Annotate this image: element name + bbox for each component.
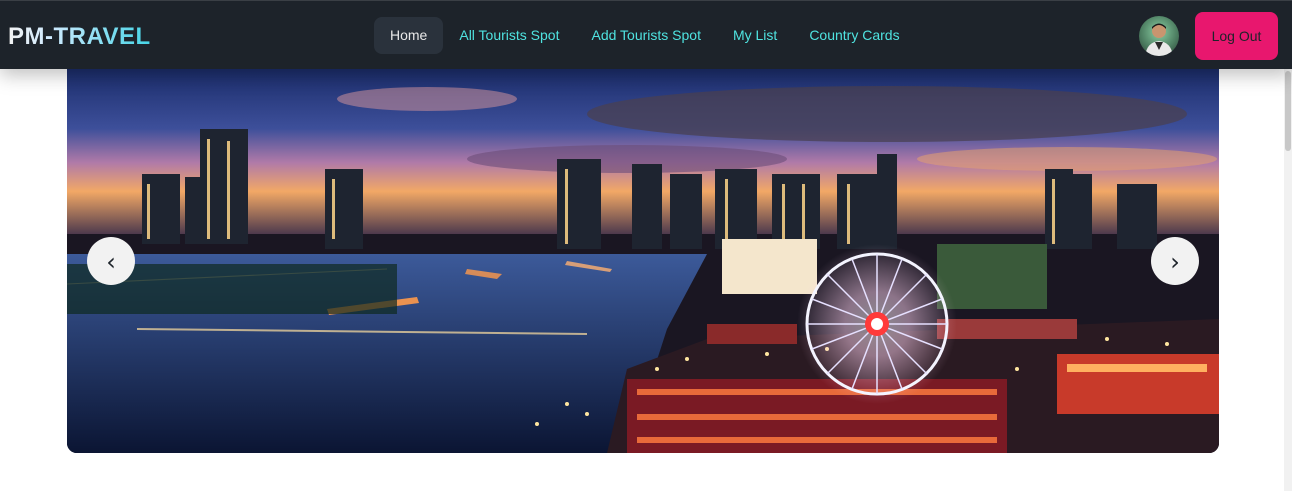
nav-all-tourists-spot[interactable]: All Tourists Spot bbox=[443, 17, 575, 54]
carousel-next-button[interactable]: › bbox=[1151, 237, 1199, 285]
hero-carousel: ‹ › bbox=[67, 69, 1219, 453]
logout-button[interactable]: Log Out bbox=[1195, 12, 1278, 60]
user-avatar[interactable] bbox=[1139, 16, 1179, 56]
nav-country-cards[interactable]: Country Cards bbox=[793, 17, 915, 54]
nav-add-tourists-spot[interactable]: Add Tourists Spot bbox=[575, 17, 716, 54]
carousel-prev-button[interactable]: ‹ bbox=[87, 237, 135, 285]
scrollbar-thumb[interactable] bbox=[1285, 71, 1291, 151]
brand-logo[interactable]: PM-TRAVEL bbox=[8, 23, 151, 51]
nav-my-list[interactable]: My List bbox=[717, 17, 793, 54]
city-night-skyline-image bbox=[67, 69, 1219, 453]
navbar: PM-TRAVEL Home All Tourists Spot Add Tou… bbox=[0, 0, 1292, 69]
nav-home[interactable]: Home bbox=[374, 17, 444, 54]
page-scrollbar[interactable] bbox=[1284, 69, 1292, 491]
main-menu: Home All Tourists Spot Add Tourists Spot… bbox=[374, 17, 916, 54]
user-avatar-icon bbox=[1145, 23, 1173, 56]
